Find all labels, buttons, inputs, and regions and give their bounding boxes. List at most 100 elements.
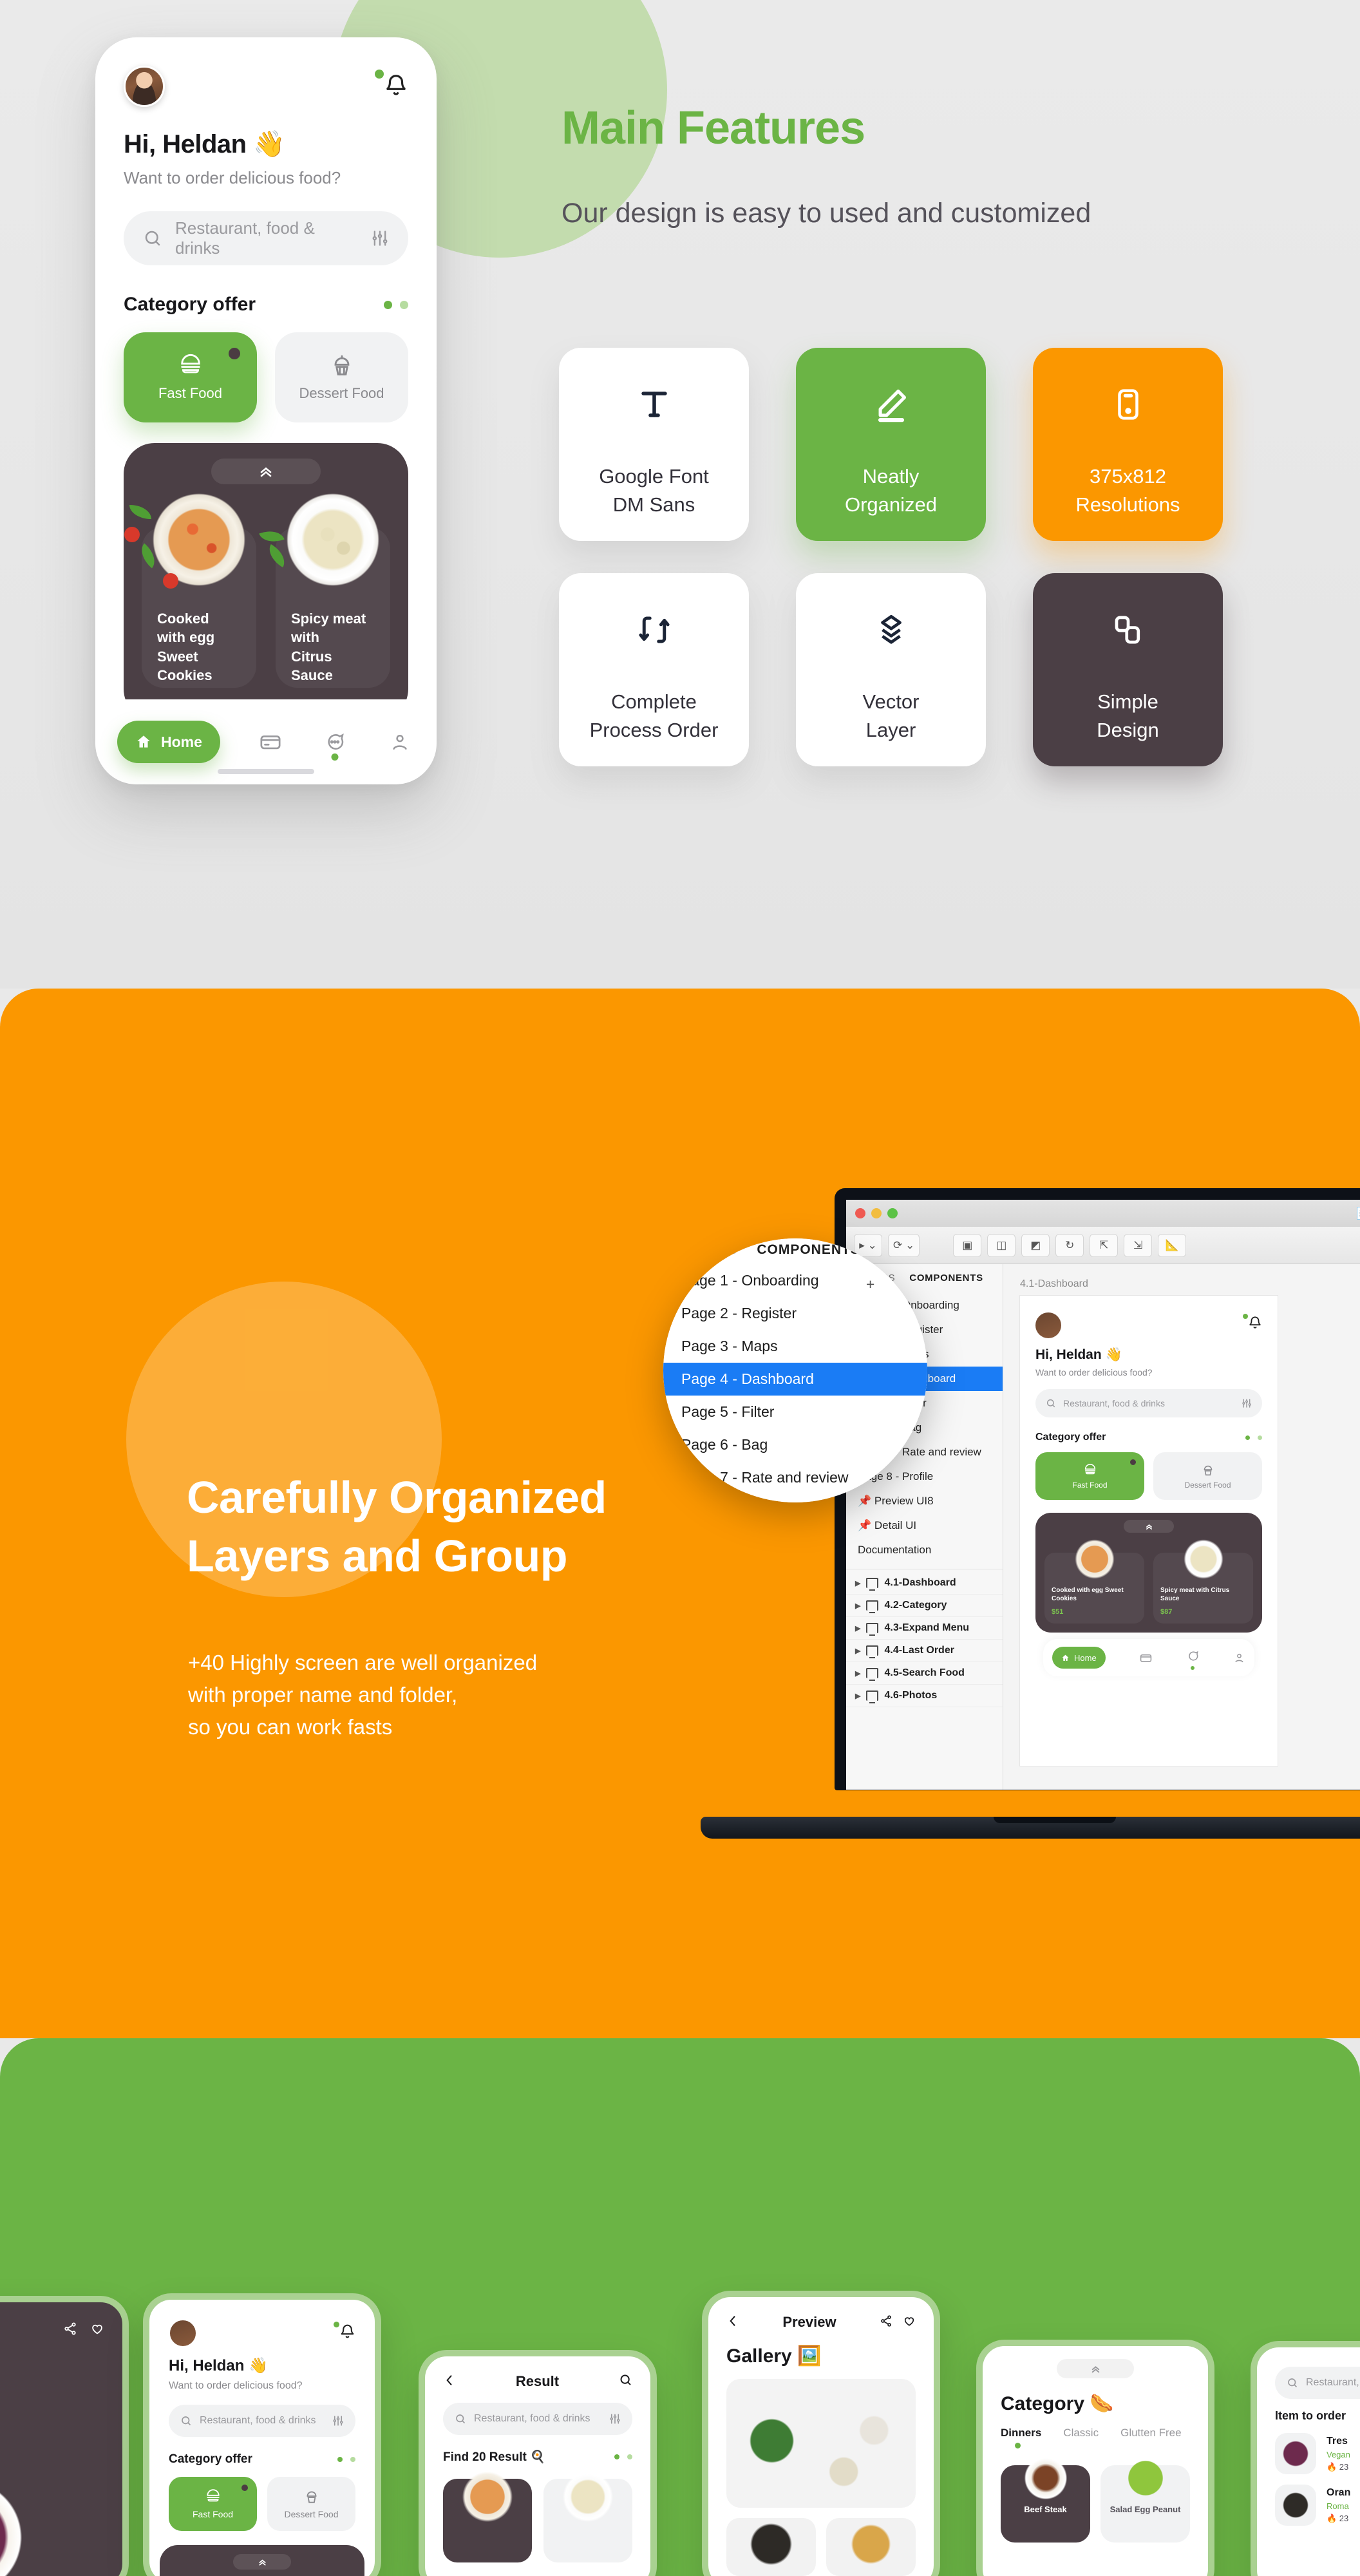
chevron-right-icon[interactable]: ▶: [855, 1579, 860, 1587]
carousel-dot-active[interactable]: [384, 300, 392, 309]
expand-menu-handle[interactable]: [211, 459, 321, 484]
feature-card-google-font[interactable]: Google Font DM Sans: [559, 348, 749, 541]
tab-profile[interactable]: [385, 727, 415, 757]
tab-classic[interactable]: Classic: [1063, 2427, 1099, 2439]
tab-glutten-free[interactable]: Glutten Free: [1120, 2427, 1182, 2439]
search-input[interactable]: Restaurant, food & drinks: [169, 2405, 355, 2437]
notification-bell-button[interactable]: [1243, 1314, 1262, 1333]
result-card[interactable]: [443, 2467, 532, 2562]
notification-bell-button[interactable]: [375, 70, 408, 101]
gallery-thumb[interactable]: [826, 2518, 916, 2576]
category-item-card[interactable]: Beef Steak: [1001, 2451, 1090, 2543]
feature-card-process-order[interactable]: Complete Process Order: [559, 573, 749, 766]
page-item[interactable]: 📌 Detail UI: [846, 1513, 1003, 1538]
minimize-icon[interactable]: [871, 1208, 882, 1218]
search-input[interactable]: Restaurant, food & drinks: [1275, 2367, 1360, 2399]
heart-icon[interactable]: [903, 2315, 916, 2331]
tab-card[interactable]: [256, 727, 285, 757]
ruler-icon[interactable]: 📐: [1158, 1233, 1187, 1257]
share-icon[interactable]: [63, 2322, 77, 2339]
tab-components[interactable]: COMPONENTS: [757, 1242, 860, 1258]
category-card-fast-food[interactable]: Fast Food: [1035, 1452, 1144, 1500]
instance-icon[interactable]: ◩: [1021, 1233, 1050, 1257]
chevron-right-icon[interactable]: ▶: [855, 1647, 860, 1655]
figma-canvas[interactable]: 4.1-Dashboard Hi, Heldan 👋 Want to order…: [1003, 1264, 1360, 1790]
tab-layers[interactable]: LAYERS: [681, 1242, 737, 1258]
chevron-right-icon[interactable]: ▶: [855, 1692, 860, 1700]
person-icon[interactable]: [1233, 1652, 1245, 1664]
category-item-card[interactable]: Salad Egg Peanut: [1100, 2451, 1190, 2543]
tab-chat[interactable]: [1187, 1650, 1199, 1670]
carousel-dot-active[interactable]: [337, 2457, 343, 2462]
category-card-dessert-food[interactable]: Dessert Food: [275, 332, 408, 422]
tab-home[interactable]: Home: [1052, 1647, 1106, 1669]
add-page-button[interactable]: + ⌃: [866, 1276, 911, 1293]
layer-row[interactable]: ▶ 4.6-Photos: [846, 1685, 1003, 1707]
layer-row[interactable]: ▶ 4.1-Dashboard: [846, 1572, 1003, 1595]
page-item[interactable]: Documentation: [846, 1538, 1003, 1562]
frame-icon[interactable]: ▣: [953, 1233, 982, 1257]
result-card[interactable]: [543, 2467, 632, 2562]
page-item-selected[interactable]: Page 4 - Dashboard: [663, 1363, 927, 1396]
share-icon[interactable]: [880, 2315, 892, 2331]
feature-card-neatly-organized[interactable]: Neatly Organized: [796, 348, 986, 541]
tab-dinners[interactable]: Dinners: [1001, 2427, 1041, 2448]
feature-card-vector-layer[interactable]: Vector Layer: [796, 573, 986, 766]
page-item[interactable]: Page 2 - Register: [663, 1297, 927, 1330]
chevron-right-icon[interactable]: ▶: [855, 1669, 860, 1678]
notification-bell-button[interactable]: [334, 2322, 355, 2343]
search-icon[interactable]: [619, 2373, 632, 2390]
search-input[interactable]: Restaurant, food & drinks: [124, 211, 408, 265]
gallery-hero-image[interactable]: [726, 2379, 916, 2508]
food-card[interactable]: Spicy meat with Citrus Sauce $87: [259, 487, 390, 715]
heart-icon[interactable]: [90, 2322, 104, 2339]
align-bottom-icon[interactable]: ⇲: [1124, 1233, 1153, 1257]
page-item[interactable]: Page 7 - Rate and review: [663, 1461, 927, 1494]
chevron-right-icon[interactable]: ▶: [855, 1624, 860, 1633]
food-card[interactable]: Spicy meat with Citrus Sauce $87: [1153, 1536, 1253, 1624]
feature-card-simple-design[interactable]: Simple Design: [1033, 573, 1223, 766]
layer-row[interactable]: ▶ 4.2-Category: [846, 1595, 1003, 1617]
carousel-dot-active[interactable]: [1245, 1435, 1250, 1440]
close-icon[interactable]: [855, 1208, 865, 1218]
category-card-dessert-food[interactable]: Dessert Food: [1153, 1452, 1262, 1500]
page-item[interactable]: Page 3 - Maps: [663, 1330, 927, 1363]
tab-home[interactable]: Home: [117, 721, 220, 763]
feature-card-resolutions[interactable]: 375x812 Resolutions: [1033, 348, 1223, 541]
category-card-dessert-food[interactable]: Dessert Food: [267, 2477, 355, 2531]
maximize-icon[interactable]: [887, 1208, 898, 1218]
page-item[interactable]: Page 8 - Profile: [663, 1494, 927, 1502]
category-card-fast-food[interactable]: Fast Food: [124, 332, 257, 422]
carousel-dot[interactable]: [1258, 1435, 1262, 1440]
layer-row[interactable]: ▶ 4.4-Last Order: [846, 1640, 1003, 1662]
category-card-fast-food[interactable]: Fast Food: [169, 2477, 257, 2531]
tab-chat[interactable]: [320, 727, 350, 761]
food-card[interactable]: Cooked with egg Sweet Cookies $51: [124, 487, 256, 715]
carousel-dot[interactable]: [400, 300, 408, 309]
gallery-thumb[interactable]: [726, 2518, 816, 2576]
list-item[interactable]: Oran Roma 🔥 23: [1257, 2474, 1360, 2526]
carousel-dot[interactable]: [350, 2457, 355, 2462]
page-item[interactable]: Page 6 - Bag: [663, 1428, 927, 1461]
expand-menu-handle[interactable]: [1057, 2359, 1134, 2378]
search-input[interactable]: Restaurant, food & drinks: [443, 2403, 632, 2435]
page-item[interactable]: Page 5 - Filter: [663, 1396, 927, 1428]
rotate-icon[interactable]: ↻: [1055, 1233, 1084, 1257]
expand-menu-handle[interactable]: [1124, 1520, 1174, 1533]
carousel-dot-active[interactable]: [614, 2454, 619, 2459]
back-arrow-icon[interactable]: [443, 2374, 456, 2390]
layer-row[interactable]: ▶ 4.3-Expand Menu: [846, 1617, 1003, 1640]
list-item[interactable]: Tres Vegan 🔥 23: [1257, 2423, 1360, 2474]
filter-sliders-icon[interactable]: [371, 229, 389, 247]
card-icon[interactable]: [1140, 1652, 1152, 1664]
food-name: Cooked with egg Sweet Cookies: [1052, 1587, 1124, 1602]
chevron-right-icon[interactable]: ▶: [855, 1602, 860, 1610]
search-input[interactable]: Restaurant, food & drinks: [1035, 1389, 1262, 1417]
component-icon[interactable]: ◫: [987, 1233, 1016, 1257]
food-card[interactable]: Cooked with egg Sweet Cookies $51: [1044, 1536, 1144, 1624]
expand-menu-handle[interactable]: [233, 2554, 291, 2570]
carousel-dot[interactable]: [627, 2454, 632, 2459]
back-arrow-icon[interactable]: [726, 2315, 739, 2331]
align-top-icon[interactable]: ⇱: [1090, 1233, 1119, 1257]
layer-row[interactable]: ▶ 4.5-Search Food: [846, 1662, 1003, 1685]
